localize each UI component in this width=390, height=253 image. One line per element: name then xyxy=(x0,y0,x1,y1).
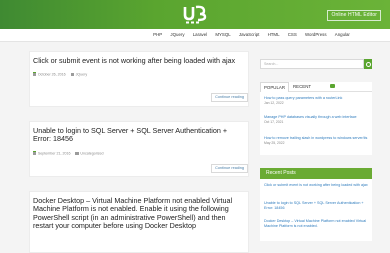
post-card: Unable to login to SQL Server + SQL Serv… xyxy=(29,121,249,177)
post-list: Click or submit event is not working aft… xyxy=(29,51,249,253)
site-logo[interactable] xyxy=(182,4,210,25)
post-card: Click or submit event is not working aft… xyxy=(29,51,249,107)
search-icon xyxy=(366,61,371,67)
post-date: October 26, 2016 xyxy=(37,72,66,77)
folder-icon xyxy=(70,73,75,76)
post-meta: September 21, 2016 Uncategorized xyxy=(33,151,104,156)
online-html-editor-button[interactable]: Online HTML Editor xyxy=(327,10,381,21)
recent-posts-list: Click or submit event is not working aft… xyxy=(260,179,372,241)
nav-item-css[interactable]: CSS xyxy=(284,29,301,41)
tab-recent[interactable]: RECENT xyxy=(290,82,314,91)
sidebar: Search... POPULAR RECENT How to pass que… xyxy=(260,51,372,241)
popular-post-date: May 25, 2022 xyxy=(264,140,285,145)
calendar-icon xyxy=(33,72,37,76)
search-placeholder: Search... xyxy=(264,62,279,66)
comments-icon[interactable] xyxy=(330,84,335,88)
search-button[interactable] xyxy=(364,59,372,69)
nav-item-php[interactable]: PHP xyxy=(149,29,166,41)
list-item: Manage PHP databases visually through a … xyxy=(264,115,368,125)
nav-item-html[interactable]: HTML xyxy=(263,29,283,41)
popular-post-link[interactable]: Manage PHP databases visually through a … xyxy=(264,115,368,120)
list-item: How to pass query parameters with a rout… xyxy=(264,96,368,106)
tab-popular[interactable]: POPULAR xyxy=(260,82,289,92)
popular-post-date: Jan 12, 2022 xyxy=(264,100,284,105)
post-date: September 21, 2016 xyxy=(37,151,71,156)
search-input[interactable]: Search... xyxy=(260,59,364,69)
nav-item-jquery[interactable]: JQuery xyxy=(166,29,188,41)
calendar-icon xyxy=(33,151,37,155)
list-item: How to remove trailing slash in wordpres… xyxy=(264,136,368,146)
nav-item-laravel[interactable]: Laravel xyxy=(189,29,212,41)
nav-item-mysql[interactable]: MYSQL xyxy=(211,29,235,41)
post-card: Docker Desktop – Virtual Machine Platfor… xyxy=(29,191,249,253)
popular-posts-list: How to pass query parameters with a rout… xyxy=(260,92,372,155)
post-category[interactable]: Uncategorized xyxy=(80,152,103,156)
popular-post-link[interactable]: How to remove trailing slash in wordpres… xyxy=(264,136,368,141)
folder-icon xyxy=(75,152,79,155)
continue-reading-button[interactable]: Continue reading xyxy=(211,93,248,102)
post-title[interactable]: Docker Desktop – Virtual Machine Platfor… xyxy=(33,196,245,231)
nav-item-javascript[interactable]: JavaScript xyxy=(235,29,264,41)
post-title[interactable]: Unable to login to SQL Server + SQL Serv… xyxy=(33,126,245,144)
site-header: Online HTML Editor xyxy=(0,0,390,29)
continue-reading-button[interactable]: Continue reading xyxy=(211,164,248,173)
popular-post-date: Oct 17, 2021 xyxy=(264,119,284,124)
recent-posts-title: Recent Posts xyxy=(260,168,372,179)
sidebar-tabs: POPULAR RECENT xyxy=(260,82,372,92)
nav-item-wordpress[interactable]: WordPress xyxy=(301,29,331,41)
post-title[interactable]: Click or submit event is not working aft… xyxy=(33,56,245,65)
nav-item-angular[interactable]: Angular xyxy=(331,29,354,41)
post-meta: October 26, 2016 JQuery xyxy=(33,72,87,77)
recent-post-link[interactable]: Docker Desktop – Virtual Machine Platfor… xyxy=(264,219,368,228)
post-category[interactable]: JQuery xyxy=(76,73,88,77)
recent-post-link[interactable]: Click or submit event is not working aft… xyxy=(264,183,368,188)
recent-post-link[interactable]: Unable to login to SQL Server + SQL Serv… xyxy=(264,201,368,210)
main-nav: PHP JQuery Laravel MYSQL JavaScript HTML… xyxy=(0,29,390,42)
